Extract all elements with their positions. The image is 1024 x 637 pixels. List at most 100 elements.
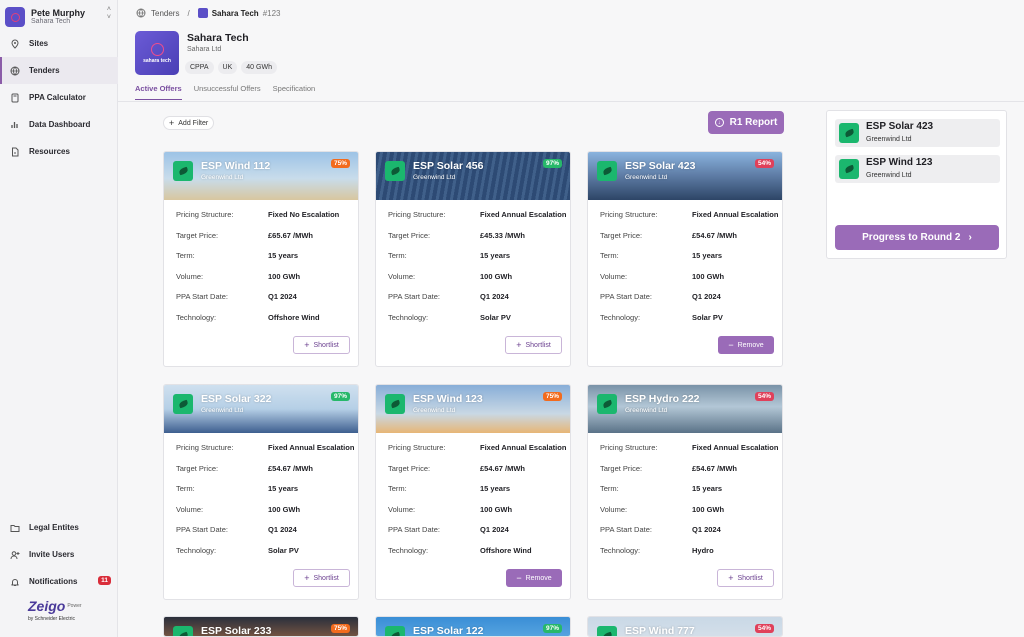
label-start-date: PPA Start Date: <box>600 292 652 302</box>
shortlist-button[interactable]: + Shortlist <box>293 569 350 587</box>
tag-country: UK <box>217 61 238 74</box>
value-start-date: Q1 2024 <box>692 525 721 535</box>
label-term: Term: <box>388 484 407 494</box>
label-technology: Technology: <box>600 545 641 555</box>
value-target-price: £54.67 /MWh <box>692 230 738 240</box>
label-technology: Technology: <box>176 312 217 322</box>
value-pricing: Fixed Annual Escalation <box>692 210 779 219</box>
page-header: Tenders / Sahara Tech #123 sahara tech S… <box>118 0 1024 102</box>
label-start-date: PPA Start Date: <box>176 292 228 302</box>
chart-icon <box>10 120 20 130</box>
breadcrumb-tenders[interactable]: Tenders <box>151 9 179 18</box>
remove-button[interactable]: − Remove <box>718 336 774 354</box>
remove-button[interactable]: − Remove <box>506 569 562 587</box>
nav-item-tenders[interactable]: Tenders <box>0 57 118 84</box>
progress-to-round-2-button[interactable]: Progress to Round 2 › <box>835 225 999 250</box>
offer-title: ESP Solar 122 <box>413 625 484 637</box>
label-target-price: Target Price: <box>176 230 219 240</box>
value-pricing: Fixed Annual Escalation <box>480 443 567 452</box>
match-score-badge: 75% <box>542 392 562 401</box>
shortlist-button[interactable]: + Shortlist <box>505 336 562 354</box>
nav-label: Tenders <box>29 66 60 75</box>
offer-card: ESP Wind 777 54% <box>587 616 783 637</box>
tender-tabs: Active Offers Unsuccessful Offers Specif… <box>135 84 315 100</box>
secondary-nav: Legal Entites Invite Users Notifications… <box>0 514 118 595</box>
label-target-price: Target Price: <box>600 463 643 473</box>
nav-item-ppa-calculator[interactable]: PPA Calculator <box>0 84 118 111</box>
nav-item-legal-entities[interactable]: Legal Entites <box>0 514 118 541</box>
folder-icon <box>10 523 20 533</box>
supplier-logo <box>839 159 859 179</box>
supplier-logo <box>173 161 193 181</box>
value-technology: Solar PV <box>692 312 723 322</box>
value-target-price: £45.33 /MWh <box>480 230 526 240</box>
brand-logo: Zeigo Power by Schneider Electric <box>28 598 98 622</box>
user-switcher[interactable]: Pete Murphy Sahara Tech ˄ ˅ <box>5 4 115 30</box>
offer-card: ESP Wind 112 Greenwind Ltd 75% Pricing S… <box>163 151 359 367</box>
nav-item-notifications[interactable]: Notifications 11 <box>0 568 118 595</box>
label-start-date: PPA Start Date: <box>600 525 652 535</box>
tag-contract-type: CPPA <box>185 61 214 74</box>
add-filter-button[interactable]: + Add Filter <box>163 116 215 130</box>
plus-icon: + <box>304 573 310 583</box>
brand-suffix: Power <box>67 603 82 609</box>
tab-specification[interactable]: Specification <box>273 84 316 100</box>
value-term: 15 years <box>268 251 299 261</box>
tab-active-offers[interactable]: Active Offers <box>135 84 182 100</box>
offer-card: ESP Wind 123 Greenwind Ltd 75% Pricing S… <box>375 384 571 600</box>
minus-icon: − <box>516 573 522 583</box>
plus-icon: + <box>304 340 310 350</box>
value-start-date: Q1 2024 <box>480 292 509 302</box>
supplier-logo <box>173 394 193 414</box>
value-term: 15 years <box>480 484 511 494</box>
value-volume: 100 GWh <box>480 504 513 514</box>
value-volume: 100 GWh <box>268 504 301 514</box>
shortlist-label: Shortlist <box>313 574 339 582</box>
user-plus-icon <box>10 550 20 560</box>
shortlisted-supplier: Greenwind Ltd <box>866 171 912 179</box>
breadcrumb: Tenders / Sahara Tech #123 <box>136 8 280 18</box>
value-pricing: Fixed Annual Escalation <box>692 443 779 452</box>
value-target-price: £54.67 /MWh <box>268 463 314 473</box>
chevron-updown-icon[interactable]: ˄ ˅ <box>107 6 111 22</box>
shortlisted-offer[interactable]: ESP Solar 423 Greenwind Ltd <box>835 119 1000 147</box>
nav-item-sites[interactable]: Sites <box>0 30 118 57</box>
shortlisted-offer[interactable]: ESP Wind 123 Greenwind Ltd <box>835 155 1000 183</box>
offer-details: Pricing Structure: Fixed Annual Escalatio… <box>164 433 358 567</box>
plus-icon: + <box>516 340 522 350</box>
label-target-price: Target Price: <box>176 463 219 473</box>
match-score-badge: 54% <box>754 624 774 633</box>
offer-banner: ESP Solar 233 75% <box>164 617 358 636</box>
value-technology: Solar PV <box>480 312 511 322</box>
offer-title: ESP Solar 423 <box>625 160 696 172</box>
offer-banner: ESP Solar 322 Greenwind Ltd 97% <box>164 385 358 433</box>
nav-label: Sites <box>29 39 49 48</box>
notification-count-badge: 11 <box>98 576 111 585</box>
company-name: Sahara Tech <box>187 32 249 44</box>
nav-item-data-dashboard[interactable]: Data Dashboard <box>0 111 118 138</box>
r1-report-label: R1 Report <box>729 117 778 128</box>
shortlisted-title: ESP Solar 423 <box>866 121 934 133</box>
label-volume: Volume: <box>176 271 204 281</box>
company-logo: sahara tech <box>135 31 179 75</box>
label-volume: Volume: <box>600 271 628 281</box>
r1-report-button[interactable]: ↓ R1 Report <box>708 111 784 134</box>
value-volume: 100 GWh <box>480 271 513 281</box>
nav-item-resources[interactable]: Resources <box>0 138 118 165</box>
label-term: Term: <box>176 484 195 494</box>
nav-label: Resources <box>29 147 70 156</box>
plus-icon: + <box>169 118 175 128</box>
user-org: Sahara Tech <box>31 18 71 26</box>
shortlist-button[interactable]: + Shortlist <box>293 336 350 354</box>
shortlist-panel: ESP Solar 423 Greenwind Ltd ESP Wind 123 G… <box>826 110 1007 259</box>
shortlisted-supplier: Greenwind Ltd <box>866 135 912 143</box>
shortlist-button[interactable]: + Shortlist <box>717 569 774 587</box>
offer-details: Pricing Structure: Fixed Annual Escalatio… <box>588 200 782 334</box>
label-pricing: Pricing Structure: <box>176 443 234 452</box>
label-pricing: Pricing Structure: <box>388 210 446 219</box>
nav-item-invite-users[interactable]: Invite Users <box>0 541 118 568</box>
tab-unsuccessful-offers[interactable]: Unsuccessful Offers <box>194 84 261 100</box>
match-score-badge: 75% <box>330 624 350 633</box>
label-target-price: Target Price: <box>600 230 643 240</box>
globe-icon <box>136 8 146 18</box>
